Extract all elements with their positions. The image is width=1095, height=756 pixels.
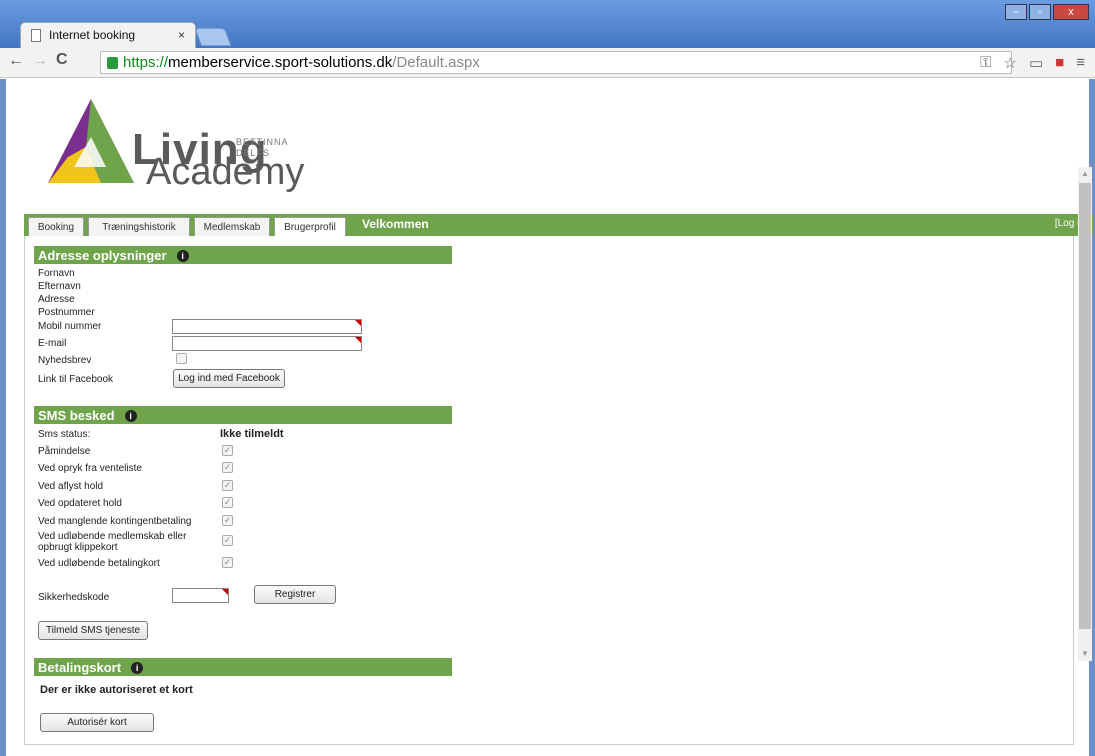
sms-option-opdateret: Ved opdateret hold — [38, 498, 122, 509]
sms-status-label: Sms status: — [38, 429, 91, 440]
tab-brugerprofil[interactable]: Brugerprofil — [274, 217, 346, 236]
label-nyhedsbrev: Nyhedsbrev — [38, 355, 92, 366]
sms-option-kontingent: Ved manglende kontingentbetaling — [38, 516, 192, 527]
window-controls: – ▫ x — [1003, 4, 1089, 20]
toolbar-icons: ⚿ ☆ ▭ ■ ≡ — [980, 54, 1085, 72]
logo-triangle-icon — [48, 99, 134, 183]
browser-tab[interactable]: Internet booking × — [20, 22, 196, 48]
address-section-title: Adresse oplysninger — [38, 248, 167, 263]
reload-icon[interactable]: C — [56, 51, 68, 69]
minimize-button[interactable]: – — [1005, 4, 1027, 20]
authorize-card-button[interactable]: Autorisér kort — [40, 713, 154, 732]
scroll-up-icon[interactable]: ▲ — [1081, 169, 1089, 178]
info-icon[interactable]: i — [176, 250, 189, 262]
sms-section-title: SMS besked — [38, 408, 115, 423]
email-input[interactable] — [172, 336, 362, 351]
address-section-header: Adresse oplysninger i — [34, 246, 452, 264]
url-path: /Default.aspx — [392, 54, 480, 71]
key-icon[interactable]: ⚿ — [980, 54, 991, 72]
living-academy-logo: Living Academy BETTINNA DELFS — [46, 97, 336, 193]
sms-checkbox-medlemskab[interactable]: ✓ — [222, 535, 233, 546]
no-card-message: Der er ikke autoriseret et kort — [40, 684, 193, 696]
welcome-text: Velkommen — [362, 217, 429, 231]
page-icon — [31, 29, 41, 42]
sms-option-medlemskab: Ved udløbende medlemskab eller opbrugt k… — [38, 531, 187, 553]
sms-checkbox-aflyst[interactable]: ✓ — [222, 480, 233, 491]
label-mobil: Mobil nummer — [38, 321, 102, 332]
cast-icon[interactable]: ▭ — [1029, 54, 1043, 72]
label-efternavn: Efternavn — [38, 281, 81, 292]
info-icon[interactable]: i — [124, 410, 137, 422]
subscribe-sms-button[interactable]: Tilmeld SMS tjeneste — [38, 621, 148, 640]
scrollbar[interactable]: ▲ ▼ — [1078, 167, 1092, 661]
sms-option-paamindelse: Påmindelse — [38, 446, 91, 457]
label-facebook: Link til Facebook — [38, 374, 114, 385]
payment-section-title: Betalingskort — [38, 660, 122, 675]
bookmark-star-icon[interactable]: ☆ — [1004, 54, 1017, 72]
sms-checkbox-paamindelse[interactable]: ✓ — [222, 445, 233, 456]
logo-bettinna: BETTINNA — [236, 137, 289, 147]
new-tab-button[interactable] — [194, 28, 232, 46]
tab-traeningshistorik[interactable]: Træningshistorik — [88, 217, 190, 236]
logo-subtitle: BETTINNA DELFS — [236, 137, 289, 159]
label-email: E-mail — [38, 338, 67, 349]
logo-delfs: DELFS — [236, 148, 271, 158]
url-host: memberservice.sport-solutions.dk — [168, 54, 393, 71]
lock-icon — [107, 57, 118, 69]
facebook-login-button[interactable]: Log ind med Facebook — [173, 369, 285, 388]
tab-medlemskab[interactable]: Medlemskab — [194, 217, 270, 236]
tab-booking[interactable]: Booking — [28, 217, 84, 236]
label-adresse: Adresse — [38, 294, 75, 305]
sms-option-aflyst: Ved aflyst hold — [38, 481, 104, 492]
scroll-down-icon[interactable]: ▼ — [1081, 649, 1089, 658]
browser-titlebar: Internet booking × – ▫ x — [0, 0, 1095, 48]
url-scheme: https:// — [123, 54, 169, 71]
info-icon[interactable]: i — [131, 662, 144, 674]
close-tab-icon[interactable]: × — [178, 28, 185, 42]
label-fornavn: Fornavn — [38, 268, 75, 279]
newsletter-checkbox[interactable] — [176, 353, 187, 364]
back-arrow-icon[interactable]: ← — [8, 52, 24, 70]
sms-option-opryk: Ved opryk fra venteliste — [38, 463, 142, 474]
security-code-input[interactable] — [172, 588, 229, 603]
extension-icon[interactable]: ■ — [1055, 54, 1064, 72]
sms-option-betalingkort: Ved udløbende betalingkort — [38, 558, 160, 569]
label-postnummer: Postnummer — [38, 307, 95, 318]
sms-section-header: SMS besked i — [34, 406, 452, 424]
browser-toolbar: ← → C https://memberservice.sport-soluti… — [0, 48, 1095, 78]
scrollbar-thumb[interactable] — [1079, 183, 1091, 629]
sms-status-value: Ikke tilmeldt — [220, 428, 284, 440]
maximize-button[interactable]: ▫ — [1029, 4, 1051, 20]
payment-section-header: Betalingskort i — [34, 658, 452, 676]
menu-icon[interactable]: ≡ — [1076, 54, 1085, 72]
mobile-input[interactable] — [172, 319, 362, 334]
security-code-label: Sikkerhedskode — [38, 592, 110, 603]
sms-checkbox-opryk[interactable]: ✓ — [222, 462, 233, 473]
close-window-button[interactable]: x — [1053, 4, 1089, 20]
sms-checkbox-betalingkort[interactable]: ✓ — [222, 557, 233, 568]
main-menu-bar: Booking Træningshistorik Medlemskab Brug… — [24, 214, 1093, 236]
tab-title: Internet booking — [49, 28, 136, 42]
register-button[interactable]: Registrer — [254, 585, 336, 604]
forward-arrow-icon[interactable]: → — [32, 52, 48, 70]
sms-checkbox-opdateret[interactable]: ✓ — [222, 497, 233, 508]
sms-checkbox-kontingent[interactable]: ✓ — [222, 515, 233, 526]
address-bar[interactable]: https://memberservice.sport-solutions.dk… — [100, 51, 1012, 74]
